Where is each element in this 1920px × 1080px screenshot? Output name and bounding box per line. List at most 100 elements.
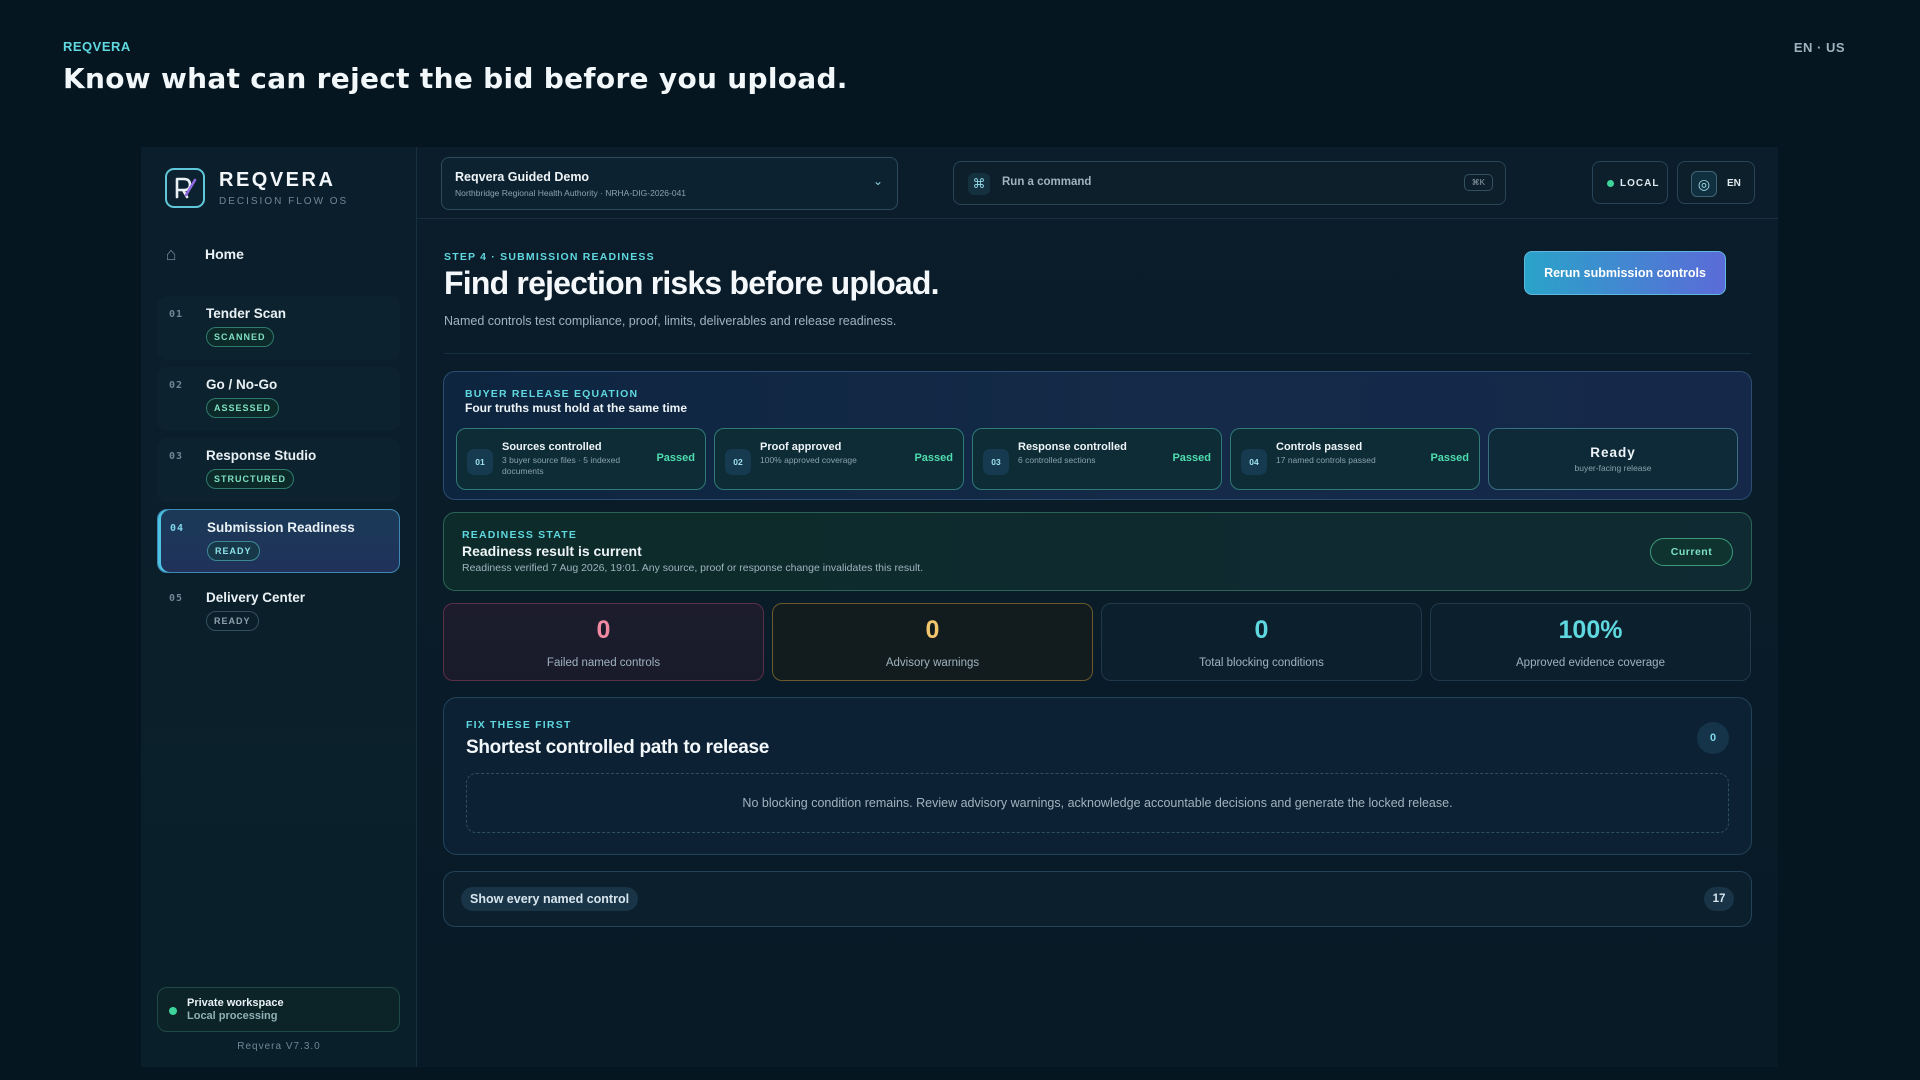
truth-name: Controls passed — [1276, 441, 1363, 453]
truth-description: 3 buyer source files · 5 indexed documen… — [502, 455, 621, 476]
metric-value: 0 — [596, 616, 611, 644]
fix-first-card: FIX THESE FIRST Shortest controlled path… — [443, 697, 1752, 855]
metric-value: 0 — [1254, 616, 1269, 644]
sidebar: REQVERA DECISION FLOW OS ⌂ Home 01 Tende… — [141, 147, 417, 1067]
sidebar-item-tender-scan[interactable]: 01 Tender Scan SCANNED — [157, 296, 400, 360]
sidebar-item-delivery-center[interactable]: 05 Delivery Center READY — [157, 580, 400, 644]
command-palette[interactable]: ⌘ Run a command ⌘K — [953, 161, 1506, 205]
mode-label: LOCAL — [1620, 178, 1660, 189]
truth-status: Passed — [1172, 452, 1211, 464]
app-window: REQVERA DECISION FLOW OS ⌂ Home 01 Tende… — [141, 147, 1778, 1067]
section-title: Shortest controlled path to release — [466, 737, 770, 758]
sidebar-item-label: Go / No-Go — [206, 377, 278, 392]
locale-switch[interactable]: EN · US — [1794, 40, 1845, 55]
truth-number: 03 — [983, 449, 1009, 475]
release-result-subtitle: buyer-facing release — [1574, 463, 1652, 473]
metric-failed-controls: 0 Failed named controls — [443, 603, 764, 681]
truth-name: Response controlled — [1018, 441, 1127, 453]
keyboard-shortcut: ⌘K — [1463, 174, 1493, 191]
status-badge: SCANNED — [206, 327, 274, 347]
sidebar-item-label: Tender Scan — [206, 306, 287, 321]
truth-number: 04 — [1241, 449, 1267, 475]
metric-label: Total blocking conditions — [1199, 657, 1324, 669]
metric-label: Advisory warnings — [885, 657, 980, 669]
sidebar-item-go-no-go[interactable]: 02 Go / No-Go ASSESSED — [157, 367, 400, 431]
status-dot-icon — [169, 1007, 177, 1015]
status-badge: READY — [206, 611, 259, 631]
release-result-title: Ready — [1590, 445, 1636, 460]
section-eyebrow: FIX THESE FIRST — [466, 719, 572, 731]
truth-number: 01 — [467, 449, 493, 475]
workspace-status: Private workspace Local processing — [157, 987, 400, 1032]
readiness-state-card: READINESS STATE Readiness result is curr… — [443, 512, 1752, 591]
truth-number: 02 — [725, 449, 751, 475]
truth-status: Passed — [914, 452, 953, 464]
project-selector[interactable]: Reqvera Guided Demo Northbridge Regional… — [441, 157, 898, 210]
release-equation-card: BUYER RELEASE EQUATION Four truths must … — [443, 371, 1752, 500]
equation-row: 01 Sources controlled 3 buyer source fil… — [456, 428, 1738, 490]
step-label: STEP 4 · SUBMISSION READINESS — [444, 251, 655, 263]
truth-response-controlled: 03 Response controlled 6 controlled sect… — [972, 428, 1222, 490]
named-controls-panel: Show every named control 17 — [443, 871, 1752, 927]
truth-status: Passed — [656, 452, 695, 464]
status-dot-icon — [1607, 180, 1614, 187]
page-subtitle: Named controls test compliance, proof, l… — [444, 314, 897, 328]
sidebar-item-submission-readiness[interactable]: 04 Submission Readiness READY — [157, 509, 400, 573]
logo-name: REQVERA — [219, 169, 336, 191]
sidebar-item-label: Response Studio — [206, 448, 317, 463]
workspace-title: Private workspace — [187, 997, 284, 1009]
globe-icon: ◎ — [1691, 171, 1717, 197]
status-badge: READY — [207, 541, 260, 561]
metric-blocking-conditions: 0 Total blocking conditions — [1101, 603, 1422, 681]
truth-proof-approved: 02 Proof approved 100% approved coverage… — [714, 428, 964, 490]
project-subtitle: Northbridge Regional Health Authority · … — [455, 188, 687, 198]
language-selector[interactable]: ◎ EN — [1677, 161, 1755, 204]
logo-mark-icon — [165, 168, 205, 208]
rerun-controls-button[interactable]: Rerun submission controls — [1524, 251, 1726, 295]
step-number: 01 — [169, 309, 184, 320]
page-title: Find rejection risks before upload. — [444, 265, 940, 301]
sidebar-item-home[interactable]: ⌂ Home — [155, 232, 401, 276]
sidebar-item-label: Home — [205, 246, 244, 262]
top-bar: Reqvera Guided Demo Northbridge Regional… — [417, 147, 1778, 219]
main-content: Reqvera Guided Demo Northbridge Regional… — [417, 147, 1778, 1067]
status-badge: STRUCTURED — [206, 469, 294, 489]
truth-description: 6 controlled sections — [1018, 455, 1096, 465]
home-icon: ⌂ — [165, 243, 177, 264]
step-number: 04 — [170, 523, 185, 534]
language-label: EN — [1727, 178, 1741, 189]
metric-value: 100% — [1558, 616, 1623, 644]
chevron-down-icon: ⌄ — [872, 174, 883, 188]
command-icon: ⌘ — [968, 173, 990, 195]
step-number: 02 — [169, 380, 184, 391]
truth-name: Sources controlled — [502, 441, 602, 453]
metric-label: Failed named controls — [546, 657, 661, 669]
section-eyebrow: READINESS STATE — [462, 529, 578, 541]
metric-label: Approved evidence coverage — [1516, 657, 1665, 669]
step-number: 03 — [169, 451, 184, 462]
section-title: Readiness result is current — [462, 543, 642, 559]
count-badge: 17 — [1704, 887, 1734, 911]
truth-controls-passed: 04 Controls passed 17 named controls pas… — [1230, 428, 1480, 490]
local-mode-toggle[interactable]: LOCAL — [1592, 161, 1668, 204]
truth-description: 17 named controls passed — [1276, 455, 1376, 465]
logo-tagline: DECISION FLOW OS — [219, 196, 349, 207]
count-badge: 0 — [1697, 722, 1729, 754]
truth-name: Proof approved — [760, 441, 842, 453]
workspace-subtitle: Local processing — [187, 1010, 278, 1022]
empty-state-message: No blocking condition remains. Review ad… — [466, 773, 1729, 833]
section-title: Four truths must hold at the same time — [465, 401, 688, 415]
section-eyebrow: BUYER RELEASE EQUATION — [465, 388, 639, 400]
truth-description: 100% approved coverage — [760, 455, 857, 465]
step-number: 05 — [169, 593, 184, 604]
outer-headline: Know what can reject the bid before you … — [63, 62, 848, 95]
metric-value: 0 — [925, 616, 940, 644]
sidebar-item-response-studio[interactable]: 03 Response Studio STRUCTURED — [157, 438, 400, 502]
version-label: Reqvera V7.3.0 — [237, 1041, 321, 1052]
sidebar-item-label: Delivery Center — [206, 590, 306, 605]
metric-advisory-warnings: 0 Advisory warnings — [772, 603, 1093, 681]
divider — [444, 353, 1751, 354]
show-all-controls-button[interactable]: Show every named control — [461, 887, 639, 911]
truth-sources-controlled: 01 Sources controlled 3 buyer source fil… — [456, 428, 706, 490]
status-badge: Current — [1650, 538, 1733, 566]
